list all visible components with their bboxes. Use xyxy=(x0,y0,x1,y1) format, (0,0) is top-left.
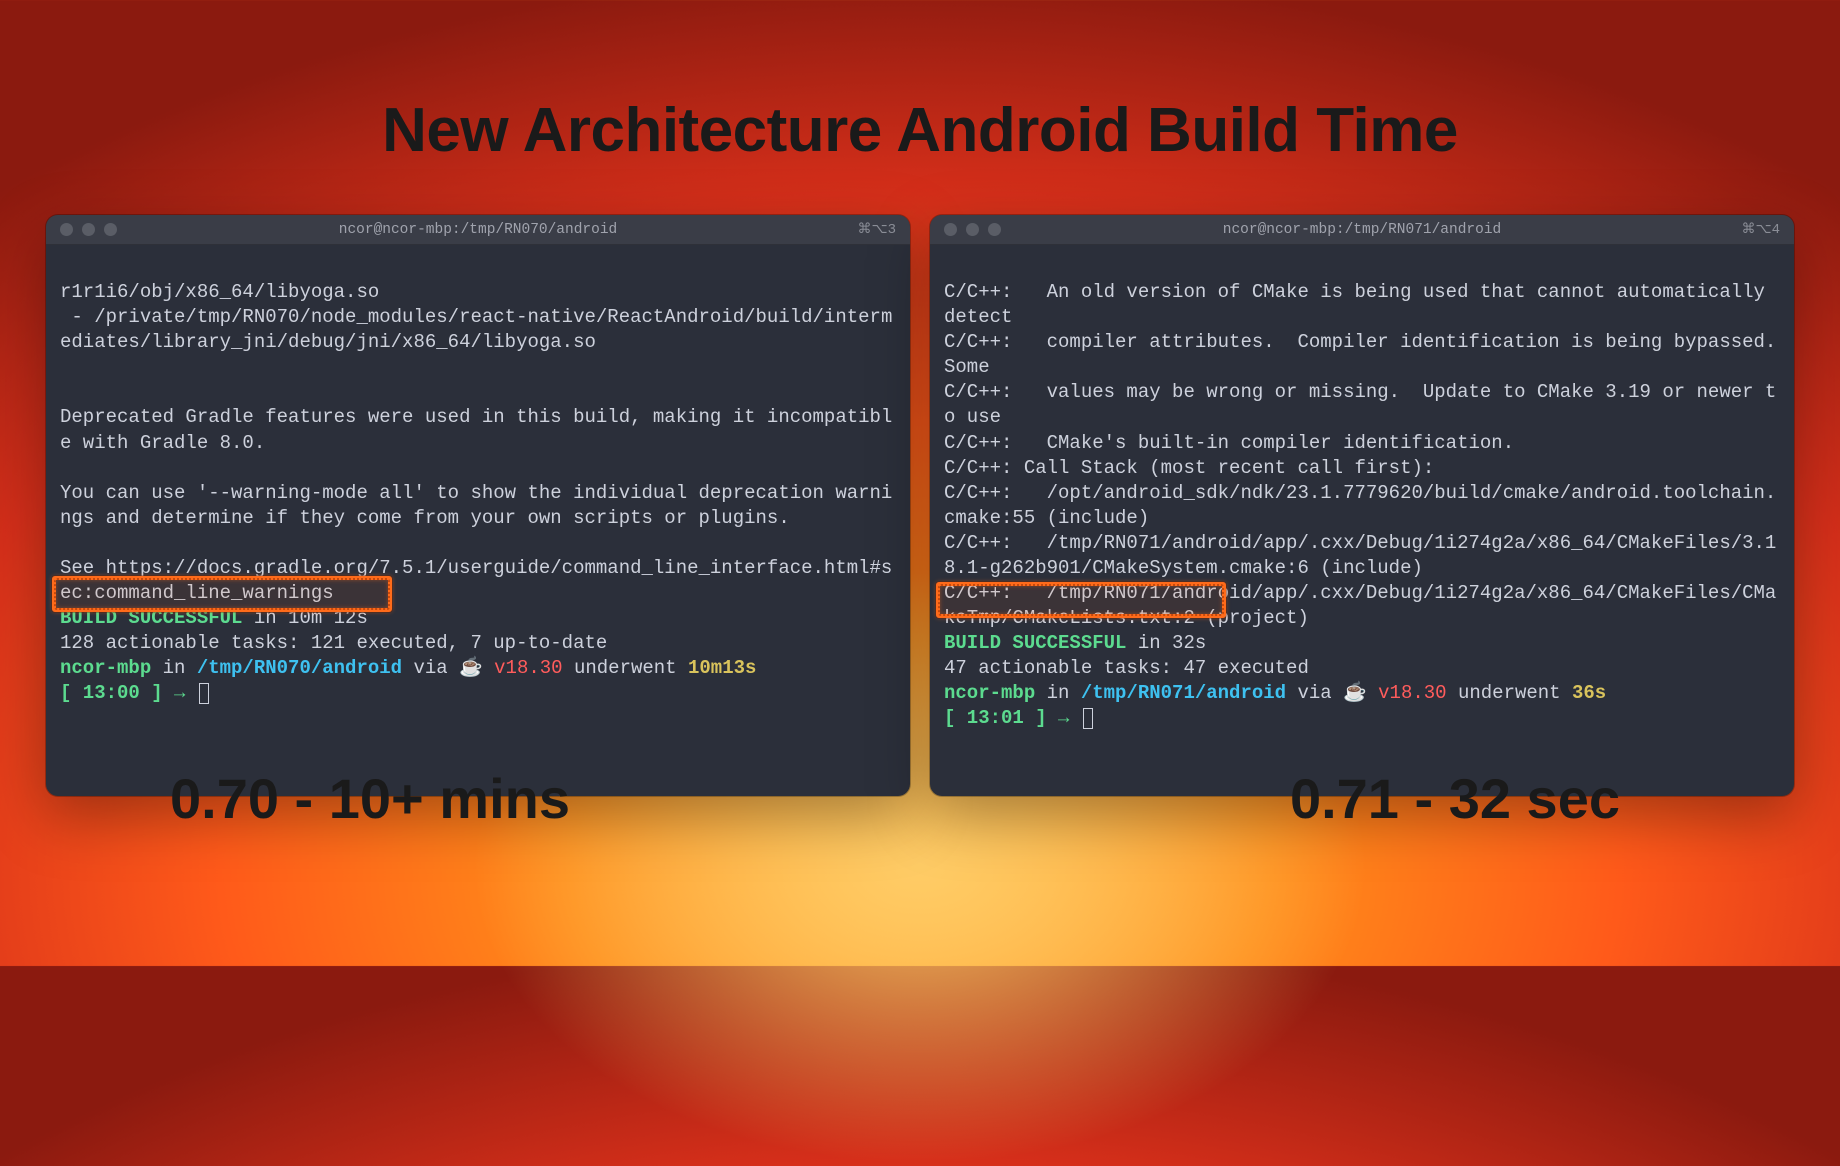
output-line: C/C++: values may be wrong or missing. U… xyxy=(944,381,1776,428)
prompt-line-2[interactable]: [ 13:00 ] → xyxy=(60,682,209,704)
close-icon[interactable] xyxy=(60,223,73,236)
output-line: - /private/tmp/RN070/node_modules/react-… xyxy=(60,306,892,353)
output-line: C/C++: Call Stack (most recent call firs… xyxy=(944,457,1434,479)
window-title: ncor@ncor-mbp:/tmp/RN071/android xyxy=(1223,222,1501,238)
titlebar[interactable]: ncor@ncor-mbp:/tmp/RN071/android ⌘⌥4 xyxy=(930,215,1794,245)
prompt-line-2[interactable]: [ 13:01 ] → xyxy=(944,707,1093,729)
traffic-lights[interactable] xyxy=(944,223,1001,236)
tasks-line: 47 actionable tasks: 47 executed xyxy=(944,657,1309,679)
session-badge: ⌘⌥3 xyxy=(857,221,896,238)
output-line: C/C++: An old version of CMake is being … xyxy=(944,281,1776,328)
build-success-line: BUILD SUCCESSFUL in 32s xyxy=(944,632,1206,654)
caption-left: 0.70 - 10+ mins xyxy=(170,766,570,831)
output-line: r1r1i6/obj/x86_64/libyoga.so xyxy=(60,281,379,303)
tasks-line: 128 actionable tasks: 121 executed, 7 up… xyxy=(60,632,607,654)
prompt-line-1: ncor-mbp in /tmp/RN071/android via ☕ v18… xyxy=(944,682,1606,704)
session-badge: ⌘⌥4 xyxy=(1741,221,1780,238)
terminals-row: ncor@ncor-mbp:/tmp/RN070/android ⌘⌥3 r1r… xyxy=(46,215,1794,796)
minimize-icon[interactable] xyxy=(82,223,95,236)
output-line: C/C++: compiler attributes. Compiler ide… xyxy=(944,331,1794,378)
highlight-annotation xyxy=(52,576,392,612)
output-line: C/C++: CMake's built-in compiler identif… xyxy=(944,432,1514,454)
zoom-icon[interactable] xyxy=(988,223,1001,236)
output-line: C/C++: /opt/android_sdk/ndk/23.1.7779620… xyxy=(944,482,1776,529)
minimize-icon[interactable] xyxy=(966,223,979,236)
traffic-lights[interactable] xyxy=(60,223,117,236)
titlebar[interactable]: ncor@ncor-mbp:/tmp/RN070/android ⌘⌥3 xyxy=(46,215,910,245)
output-line: You can use '--warning-mode all' to show… xyxy=(60,482,892,529)
terminal-output[interactable]: r1r1i6/obj/x86_64/libyoga.so - /private/… xyxy=(46,245,910,771)
terminal-right: ncor@ncor-mbp:/tmp/RN071/android ⌘⌥4 C/C… xyxy=(930,215,1794,796)
zoom-icon[interactable] xyxy=(104,223,117,236)
caption-right: 0.71 - 32 sec xyxy=(1290,766,1620,831)
window-title: ncor@ncor-mbp:/tmp/RN070/android xyxy=(339,222,617,238)
output-line: Deprecated Gradle features were used in … xyxy=(60,406,892,453)
highlight-annotation xyxy=(936,582,1226,618)
prompt-line-1: ncor-mbp in /tmp/RN070/android via ☕ v18… xyxy=(60,657,756,679)
terminal-left: ncor@ncor-mbp:/tmp/RN070/android ⌘⌥3 r1r… xyxy=(46,215,910,796)
cursor xyxy=(1083,708,1093,729)
output-line: C/C++: /tmp/RN071/android/app/.cxx/Debug… xyxy=(944,532,1776,579)
terminal-output[interactable]: C/C++: An old version of CMake is being … xyxy=(930,245,1794,796)
cursor xyxy=(199,683,209,704)
close-icon[interactable] xyxy=(944,223,957,236)
page-title: New Architecture Android Build Time xyxy=(0,95,1840,166)
